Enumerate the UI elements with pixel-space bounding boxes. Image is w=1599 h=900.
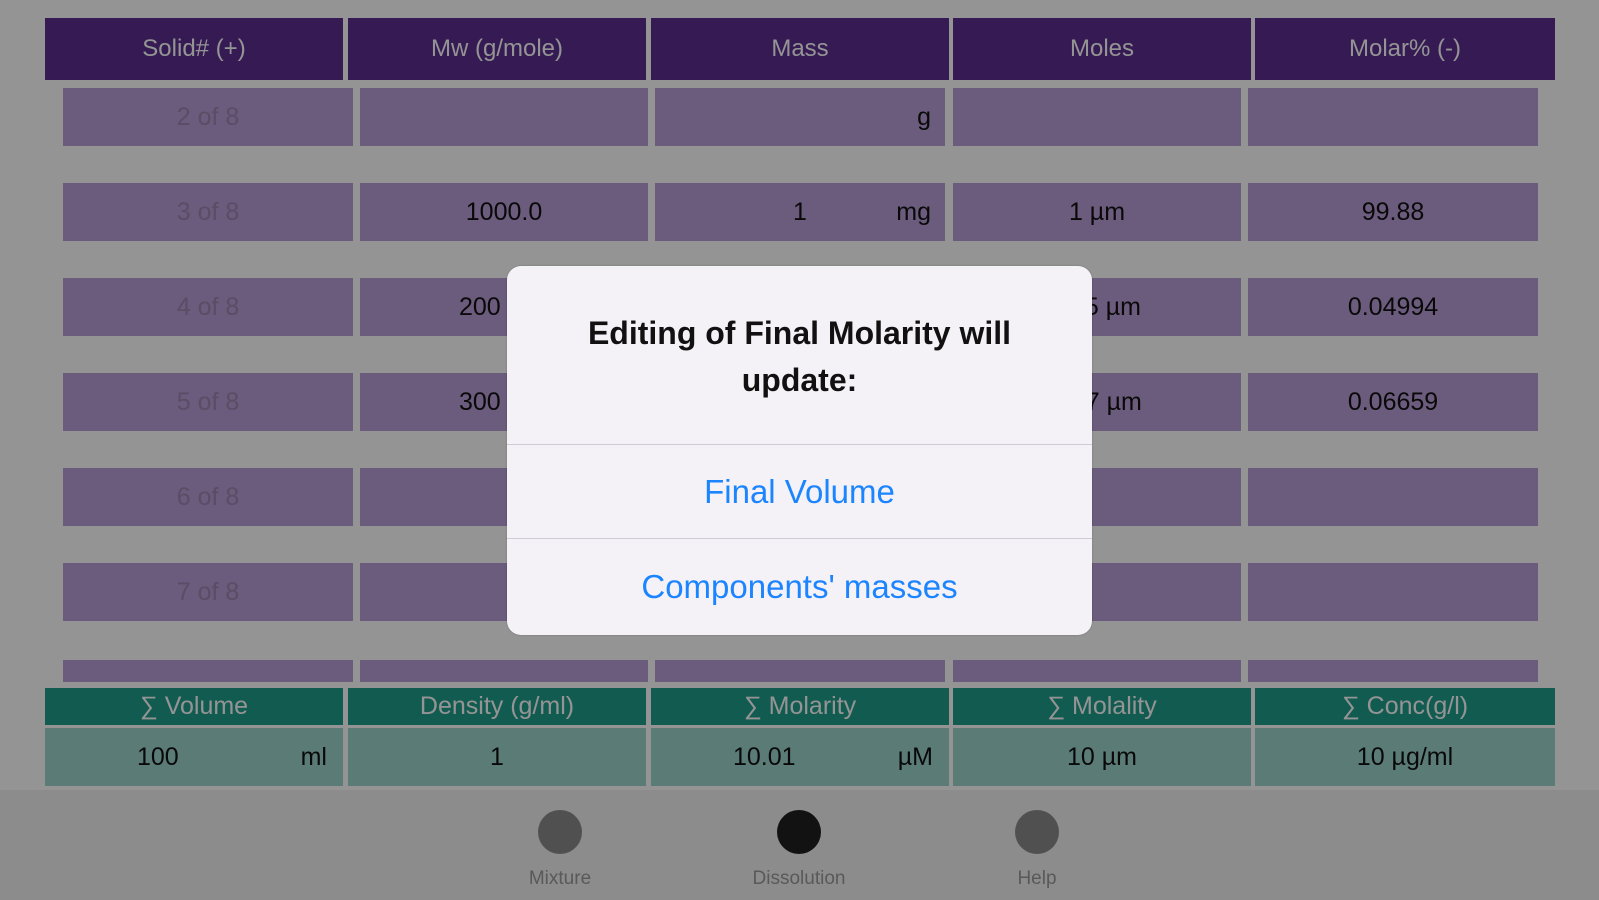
final-volume-button[interactable]: Final Volume bbox=[507, 445, 1092, 538]
alert-dialog: Editing of Final Molarity will update: F… bbox=[507, 266, 1092, 635]
alert-title: Editing of Final Molarity will update: bbox=[587, 315, 1012, 398]
components-masses-button[interactable]: Components' masses bbox=[507, 539, 1092, 635]
